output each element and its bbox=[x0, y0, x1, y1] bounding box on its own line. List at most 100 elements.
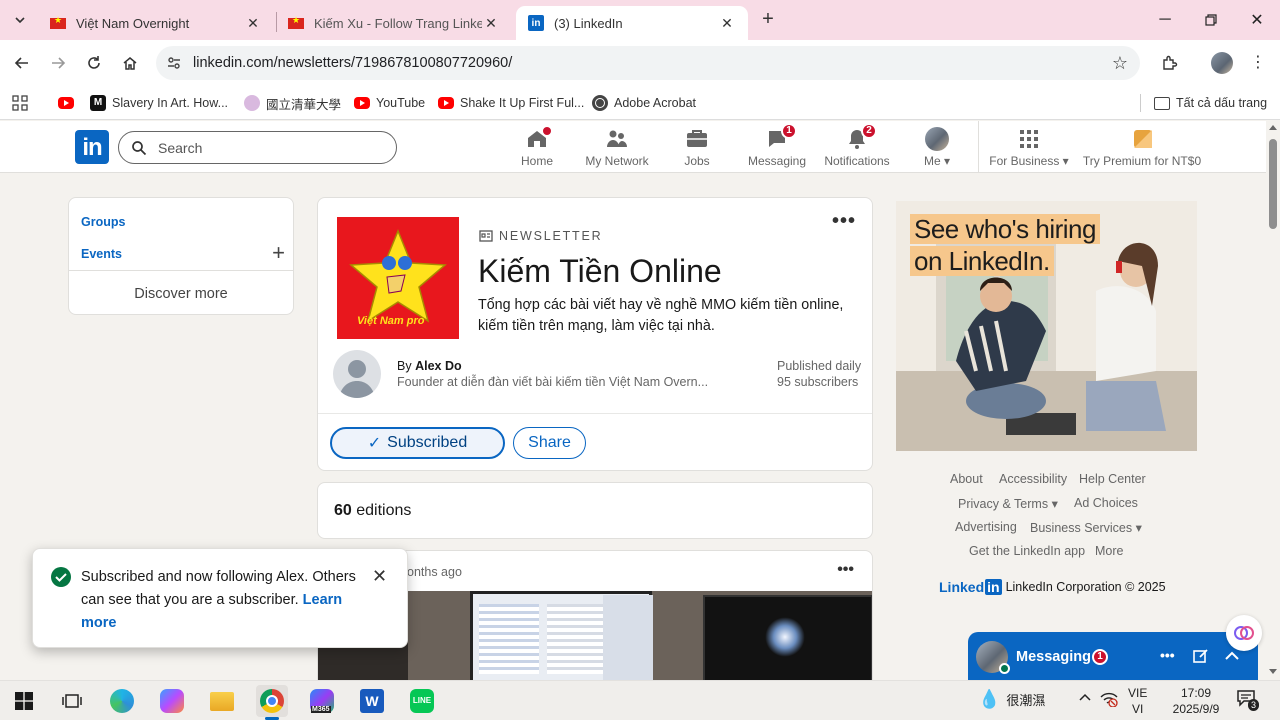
taskbar-m365[interactable]: M365 bbox=[306, 685, 338, 717]
start-button[interactable] bbox=[8, 685, 40, 717]
tab-linkedin[interactable]: in (3) LinkedIn ✕ bbox=[516, 6, 748, 40]
tab-search-button[interactable] bbox=[8, 9, 32, 31]
new-tab-button[interactable]: + bbox=[756, 9, 780, 31]
apps-button[interactable] bbox=[12, 93, 28, 113]
footer-more[interactable]: More bbox=[1095, 544, 1123, 558]
clock[interactable]: 17:09 2025/9/9 bbox=[1166, 685, 1226, 717]
share-label: Share bbox=[528, 434, 571, 451]
close-window-button[interactable]: ✕ bbox=[1234, 0, 1280, 40]
sidebar-link-groups[interactable]: Groups bbox=[81, 215, 125, 229]
bookmark-label: Slavery In Art. How... bbox=[112, 96, 229, 110]
extensions-button[interactable] bbox=[1156, 49, 1184, 77]
nav-me[interactable]: Me ▾ bbox=[897, 127, 977, 168]
footer-accessibility[interactable]: Accessibility bbox=[999, 472, 1067, 486]
footer-ad-choices[interactable]: Ad Choices bbox=[1074, 496, 1138, 510]
bookmark-adobe-acrobat[interactable]: Adobe Acrobat bbox=[592, 93, 696, 113]
chrome-menu-button[interactable]: ⋮ bbox=[1244, 49, 1272, 77]
scrollbar-thumb[interactable] bbox=[1269, 139, 1277, 229]
toast-close-icon[interactable]: ✕ bbox=[372, 566, 387, 587]
close-icon[interactable]: ✕ bbox=[482, 15, 500, 32]
browser-toolbar: linkedin.com/newsletters/719867810080772… bbox=[0, 40, 1280, 86]
nav-notifications[interactable]: 2 Notifications bbox=[817, 123, 897, 168]
close-icon[interactable]: ✕ bbox=[718, 15, 736, 32]
messaging-overlay-bar[interactable]: Messaging 1 ••• bbox=[968, 632, 1258, 680]
page-scrollbar[interactable] bbox=[1266, 121, 1280, 680]
nav-messaging[interactable]: 1 Messaging bbox=[737, 123, 817, 168]
bookmark-nthu[interactable]: 國立清華大學 bbox=[244, 93, 341, 113]
taskbar-file-explorer[interactable] bbox=[206, 685, 238, 717]
weather-widget[interactable]: 💧 很潮濕 bbox=[978, 689, 1045, 710]
floating-assistant-button[interactable] bbox=[1226, 615, 1262, 651]
url-text[interactable]: linkedin.com/newsletters/719867810080772… bbox=[193, 55, 512, 71]
address-bar[interactable]: linkedin.com/newsletters/719867810080772… bbox=[156, 46, 1140, 80]
author-name[interactable]: Alex Do bbox=[415, 359, 462, 373]
taskbar-copilot[interactable] bbox=[156, 685, 188, 717]
site-info-icon[interactable] bbox=[166, 55, 182, 71]
taskbar-word[interactable]: W bbox=[356, 685, 388, 717]
divider bbox=[318, 413, 872, 414]
minimize-button[interactable]: ─ bbox=[1142, 0, 1188, 40]
more-options-icon[interactable]: ••• bbox=[1160, 647, 1175, 663]
add-event-icon[interactable]: + bbox=[272, 240, 285, 266]
tray-chevron-icon[interactable] bbox=[1078, 691, 1092, 705]
footer-help-center[interactable]: Help Center bbox=[1079, 472, 1146, 486]
footer-privacy-terms[interactable]: Privacy & Terms ▾ bbox=[958, 496, 1058, 511]
bookmark-youtube-1[interactable] bbox=[58, 93, 80, 113]
notification-count: 3 bbox=[1248, 699, 1260, 711]
restore-icon bbox=[1205, 14, 1217, 26]
clock-date: 2025/9/9 bbox=[1172, 702, 1220, 716]
forward-button[interactable] bbox=[44, 49, 72, 77]
nav-my-network[interactable]: My Network bbox=[577, 127, 657, 168]
taskbar-line[interactable]: LINE bbox=[406, 685, 438, 717]
footer-business-services[interactable]: Business Services ▾ bbox=[1030, 520, 1142, 535]
bookmark-youtube[interactable]: YouTube bbox=[354, 93, 425, 113]
chevron-up-icon[interactable] bbox=[1224, 648, 1240, 664]
edge-icon bbox=[110, 689, 134, 713]
scroll-down-arrow[interactable] bbox=[1269, 669, 1277, 674]
tab-vietnam-overnight[interactable]: Việt Nam Overnight ✕ bbox=[38, 6, 274, 40]
language-indicator[interactable]: VIE VI bbox=[1128, 685, 1147, 717]
profile-avatar[interactable] bbox=[1208, 49, 1236, 77]
reload-button[interactable] bbox=[80, 49, 108, 77]
sidebar-link-events[interactable]: Events bbox=[81, 247, 122, 261]
nav-premium[interactable]: Try Premium for NT$0 bbox=[1080, 127, 1204, 168]
linkedin-logo[interactable]: in bbox=[75, 130, 109, 164]
lang-secondary: VI bbox=[1132, 702, 1144, 716]
bookmark-label: 國立清華大學 bbox=[266, 97, 342, 112]
close-icon[interactable]: ✕ bbox=[244, 15, 262, 32]
nav-jobs[interactable]: Jobs bbox=[657, 127, 737, 168]
taskbar-chrome[interactable] bbox=[256, 685, 288, 717]
bookmark-shake-it-up[interactable]: Shake It Up First Ful... bbox=[438, 93, 584, 113]
success-check-icon bbox=[51, 567, 71, 587]
network-icon[interactable] bbox=[1100, 691, 1118, 707]
star-icon[interactable]: ☆ bbox=[1112, 53, 1128, 74]
author-avatar[interactable] bbox=[333, 350, 381, 398]
subscribed-button[interactable]: ✓ Subscribed bbox=[330, 427, 505, 459]
search-box[interactable]: Search bbox=[118, 131, 397, 164]
bookmark-slavery-in-art[interactable]: M Slavery In Art. How... bbox=[90, 93, 228, 113]
footer-about[interactable]: About bbox=[950, 472, 983, 486]
bookmark-label: YouTube bbox=[376, 96, 426, 110]
nav-for-business[interactable]: For Business ▾ bbox=[985, 127, 1073, 168]
tab-kiem-xu[interactable]: Kiếm Xu - Follow Trang LinkedIn ✕ bbox=[276, 6, 512, 40]
compose-icon[interactable] bbox=[1193, 648, 1209, 664]
grid-icon bbox=[12, 95, 28, 111]
home-button[interactable] bbox=[116, 49, 144, 77]
footer-advertising[interactable]: Advertising bbox=[955, 520, 1017, 534]
all-bookmarks-label: Tất cả dấu trang bbox=[1176, 96, 1268, 110]
nav-home[interactable]: Home bbox=[497, 125, 577, 168]
caret-down-icon: ▾ bbox=[1051, 497, 1058, 511]
share-button[interactable]: Share bbox=[513, 427, 586, 459]
back-button[interactable] bbox=[8, 49, 36, 77]
scroll-up-arrow[interactable] bbox=[1269, 125, 1277, 130]
taskbar-edge[interactable] bbox=[106, 685, 138, 717]
notification-center-button[interactable]: 3 bbox=[1236, 689, 1266, 713]
hiring-ad[interactable]: See who's hiring on LinkedIn. bbox=[896, 201, 1197, 451]
all-bookmarks-button[interactable]: Tất cả dấu trang bbox=[1154, 93, 1267, 113]
options-icon[interactable]: ••• bbox=[832, 210, 856, 233]
restore-button[interactable] bbox=[1188, 0, 1234, 40]
task-view-button[interactable] bbox=[56, 685, 88, 717]
post-options-icon[interactable]: ••• bbox=[837, 561, 854, 579]
discover-more-link[interactable]: Discover more bbox=[69, 286, 293, 302]
footer-get-app[interactable]: Get the LinkedIn app bbox=[969, 544, 1085, 558]
